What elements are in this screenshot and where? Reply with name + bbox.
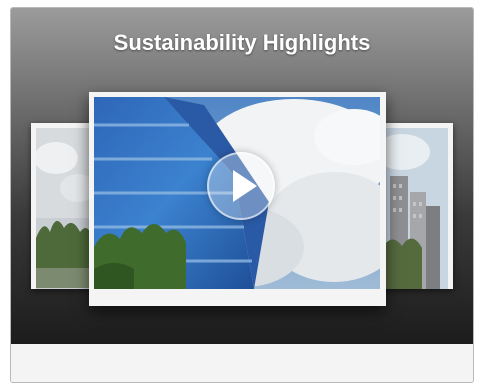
city-towers-photo [382,128,448,289]
play-icon[interactable] [207,152,275,220]
widget-footer [11,344,473,382]
carousel-slide-right[interactable] [377,123,453,289]
carousel-slide-center[interactable] [89,92,386,306]
video-carousel-widget: Sustainability Highlights [10,7,474,383]
widget-title: Sustainability Highlights [113,30,371,55]
carousel-stage: Sustainability Highlights [11,8,473,344]
trees-photo [36,128,90,289]
carousel-slide-left[interactable] [31,123,95,289]
